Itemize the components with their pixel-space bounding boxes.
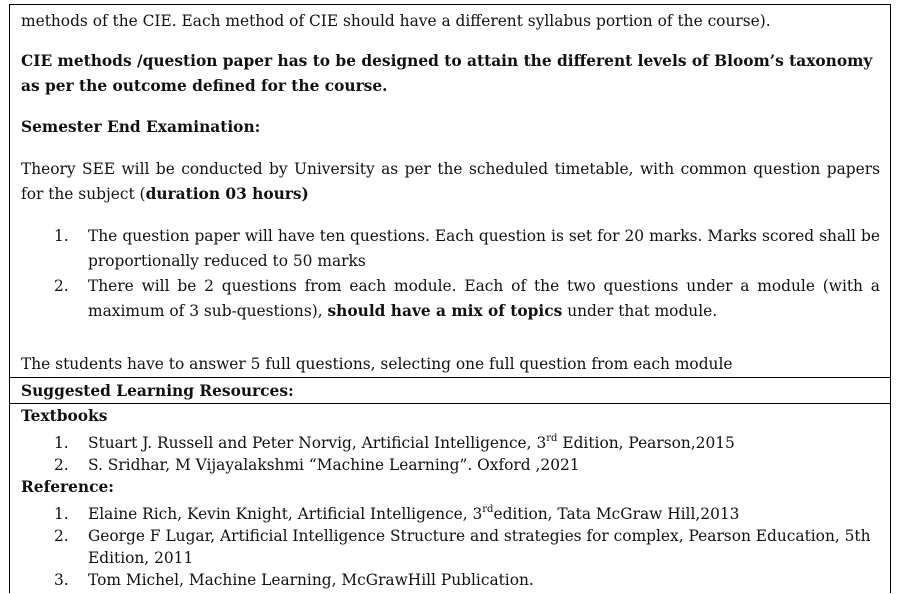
superscript: rd xyxy=(546,432,558,444)
reference-section: Reference: xyxy=(21,476,880,498)
reference-item: 2. George F Lugar, Artificial Intelligen… xyxy=(54,525,880,569)
reference-list: 1. Elaine Rich, Kevin Knight, Artificial… xyxy=(54,503,880,591)
syllabus-document: methods of the CIE. Each method of CIE s… xyxy=(9,4,891,593)
text-part: Stuart J. Russell and Peter Norvig, Arti… xyxy=(88,434,547,452)
cie-note: CIE methods /question paper has to be de… xyxy=(21,52,873,95)
text-part: Elaine Rich, Kevin Knight, Artificial In… xyxy=(88,505,483,523)
list-number: 1. xyxy=(54,227,69,245)
list-number: 2. xyxy=(54,456,69,474)
text-part: Edition, Pearson,2015 xyxy=(557,434,735,452)
list-text: Elaine Rich, Kevin Knight, Artificial In… xyxy=(88,503,880,525)
resources-heading-row: Suggested Learning Resources: xyxy=(21,379,880,403)
students-note-paragraph: The students have to answer 5 full quest… xyxy=(21,352,880,377)
list-number: 1. xyxy=(54,434,69,452)
list-number: 2. xyxy=(54,277,69,295)
students-note: The students have to answer 5 full quest… xyxy=(21,355,733,373)
table-divider xyxy=(10,377,890,378)
list-text-bold: should have a mix of topics xyxy=(327,302,563,320)
see-text-bold: duration 03 hours) xyxy=(145,185,309,203)
textbooks-section: Textbooks xyxy=(21,405,880,427)
table-divider xyxy=(10,403,890,404)
see-list-item: 2. There will be 2 questions from each m… xyxy=(54,274,880,324)
see-list-item: 1. The question paper will have ten ques… xyxy=(54,224,880,274)
list-text: There will be 2 questions from each modu… xyxy=(88,274,880,324)
list-text: The question paper will have ten questio… xyxy=(88,227,880,270)
list-text-after: under that module. xyxy=(562,302,718,320)
cie-note-paragraph: CIE methods /question paper has to be de… xyxy=(21,49,880,99)
textbook-item: 2. S. Sridhar, M Vijayalakshmi “Machine … xyxy=(54,454,880,476)
list-number: 2. xyxy=(54,527,69,545)
reference-heading: Reference: xyxy=(21,478,114,496)
list-number: 1. xyxy=(54,505,69,523)
resources-heading: Suggested Learning Resources: xyxy=(21,382,294,400)
see-text: Theory SEE will be conducted by Universi… xyxy=(21,157,880,207)
reference-item: 3. Tom Michel, Machine Learning, McGrawH… xyxy=(54,569,880,591)
list-text: Stuart J. Russell and Peter Norvig, Arti… xyxy=(88,432,880,454)
see-description: Theory SEE will be conducted by Universi… xyxy=(21,157,880,207)
textbook-item: 1. Stuart J. Russell and Peter Norvig, A… xyxy=(54,432,880,454)
reference-item: 1. Elaine Rich, Kevin Knight, Artificial… xyxy=(54,503,880,525)
textbooks-heading: Textbooks xyxy=(21,407,108,425)
textbook-list: 1. Stuart J. Russell and Peter Norvig, A… xyxy=(54,432,880,476)
list-text: Tom Michel, Machine Learning, McGrawHill… xyxy=(88,571,534,589)
list-text: George F Lugar, Artificial Intelligence … xyxy=(88,527,871,567)
see-heading: Semester End Examination: xyxy=(21,118,261,136)
text-part: edition, Tata McGraw Hill,2013 xyxy=(493,505,740,523)
see-section: Semester End Examination: xyxy=(21,115,880,140)
intro-line: methods of the CIE. Each method of CIE s… xyxy=(21,12,771,30)
intro-paragraph: methods of the CIE. Each method of CIE s… xyxy=(21,9,880,34)
see-list: 1. The question paper will have ten ques… xyxy=(54,224,880,324)
superscript: rd xyxy=(482,503,494,515)
list-number: 3. xyxy=(54,571,69,589)
list-text: S. Sridhar, M Vijayalakshmi “Machine Lea… xyxy=(88,456,580,474)
